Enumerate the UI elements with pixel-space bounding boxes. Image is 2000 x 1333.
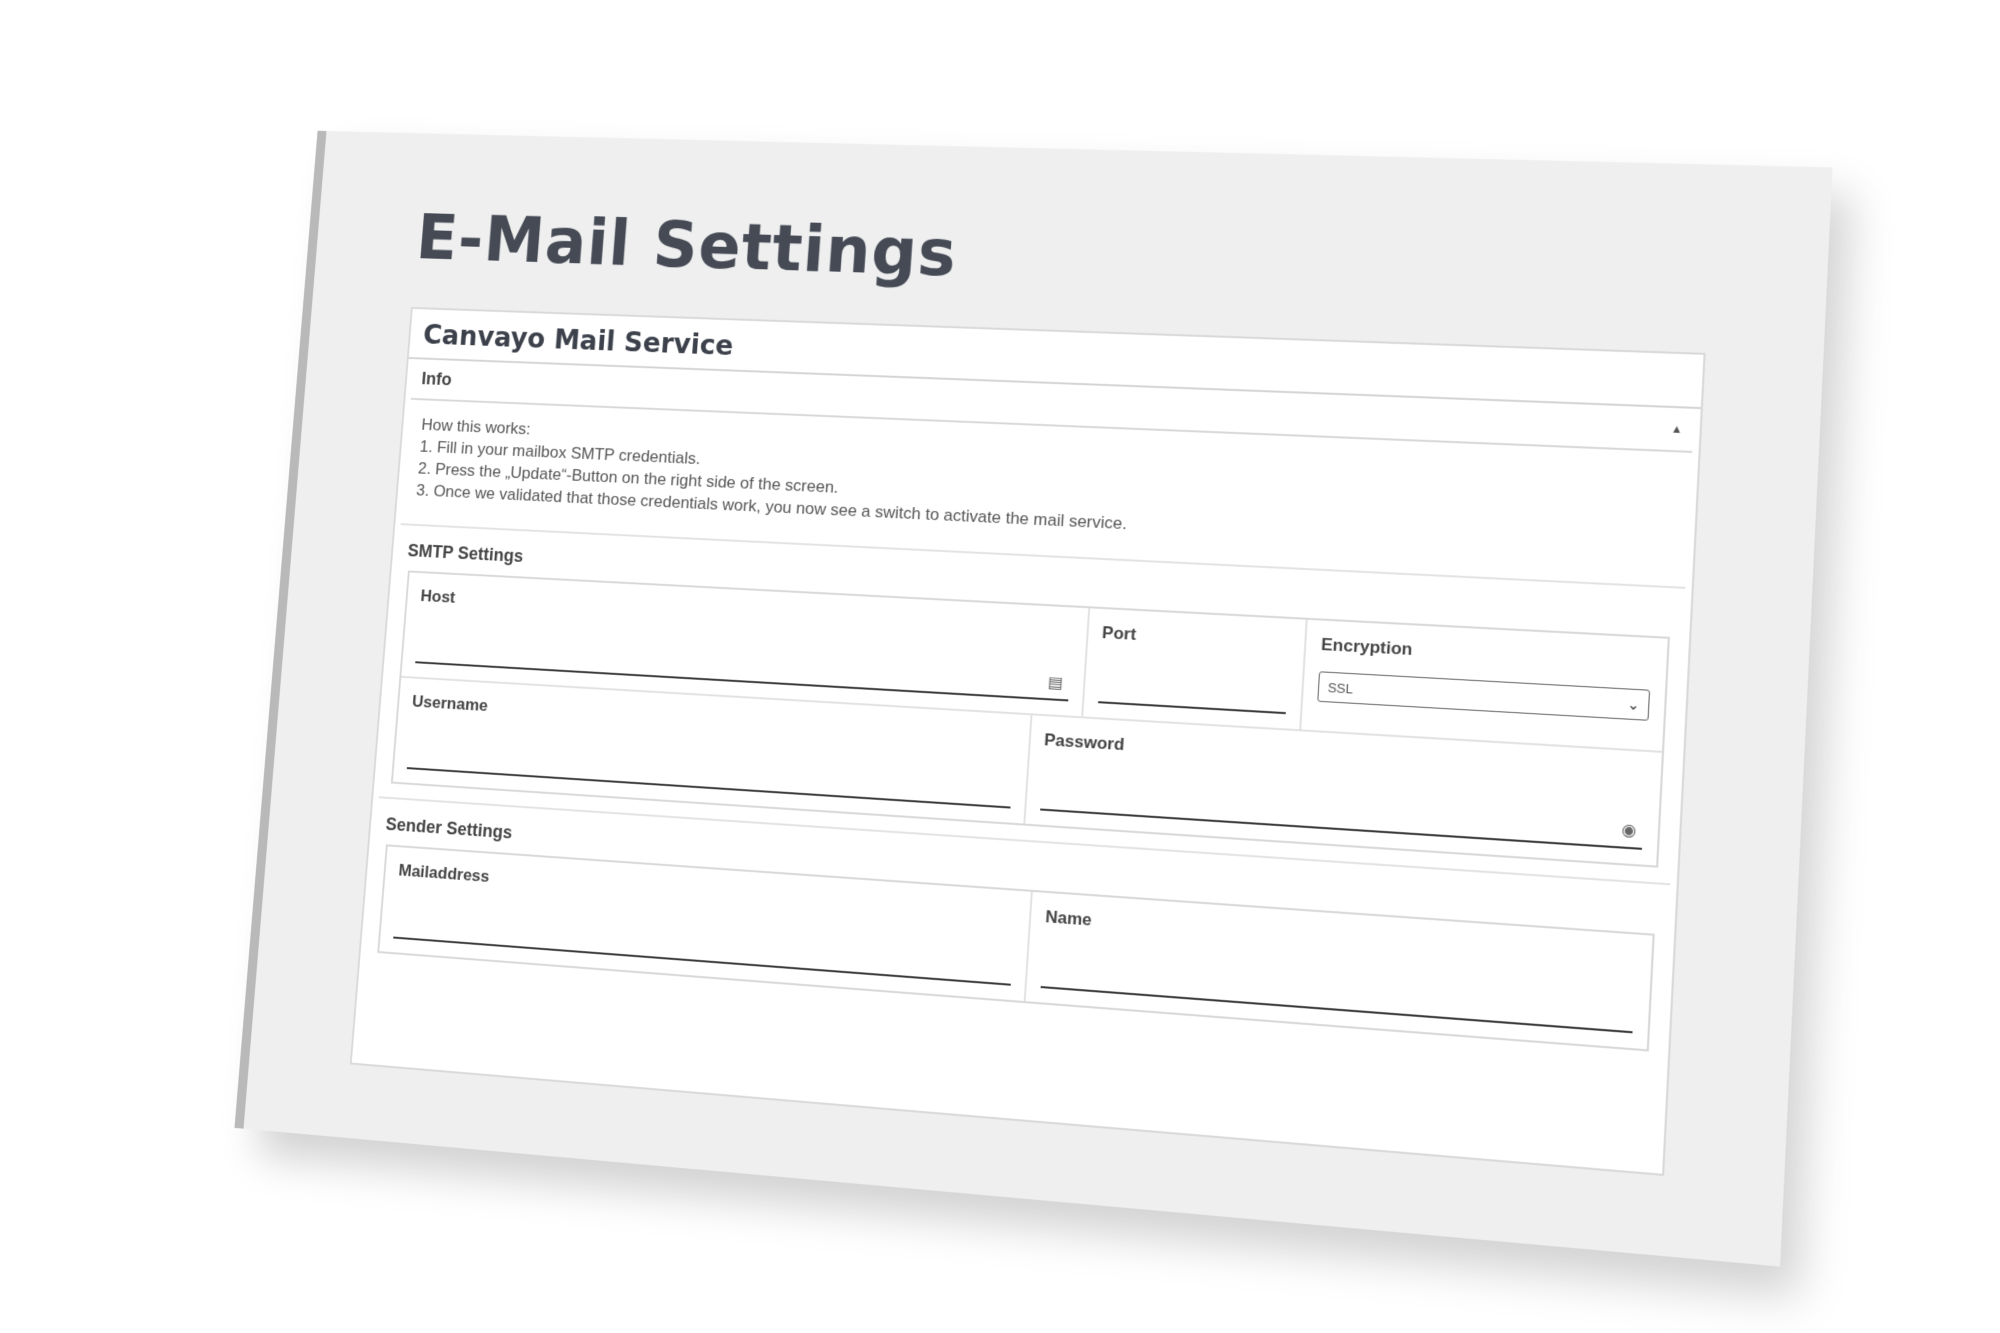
port-input[interactable] (1097, 673, 1289, 715)
password-input[interactable] (1039, 780, 1644, 850)
collapse-arrow-icon[interactable]: ▲ (1671, 423, 1683, 436)
mailaddress-input[interactable] (393, 909, 1013, 986)
chevron-down-icon: ⌄ (1626, 695, 1641, 713)
port-cell: Port (1082, 608, 1309, 730)
encryption-select[interactable]: SSL ⌄ (1317, 671, 1651, 721)
page-title: E-Mail Settings (413, 200, 960, 292)
stage: E-Mail Settings Canvayo Mail Service Inf… (0, 0, 2000, 1333)
settings-panel: E-Mail Settings Canvayo Mail Service Inf… (243, 131, 1833, 1267)
mail-service-card: Canvayo Mail Service Info ▲ How this wor… (349, 306, 1706, 1177)
password-key-icon[interactable]: ◉ (1621, 819, 1637, 841)
encryption-value: SSL (1327, 679, 1354, 697)
info-section: Info ▲ How this works: 1. Fill in your m… (366, 359, 1695, 1052)
username-input[interactable] (406, 740, 1012, 809)
contact-card-icon[interactable]: ▤ (1047, 672, 1063, 693)
name-input[interactable] (1040, 957, 1635, 1034)
encryption-cell: Encryption SSL ⌄ (1302, 620, 1668, 751)
info-label: Info (420, 368, 453, 390)
port-label: Port (1101, 623, 1137, 644)
encryption-label: Encryption (1320, 634, 1414, 660)
